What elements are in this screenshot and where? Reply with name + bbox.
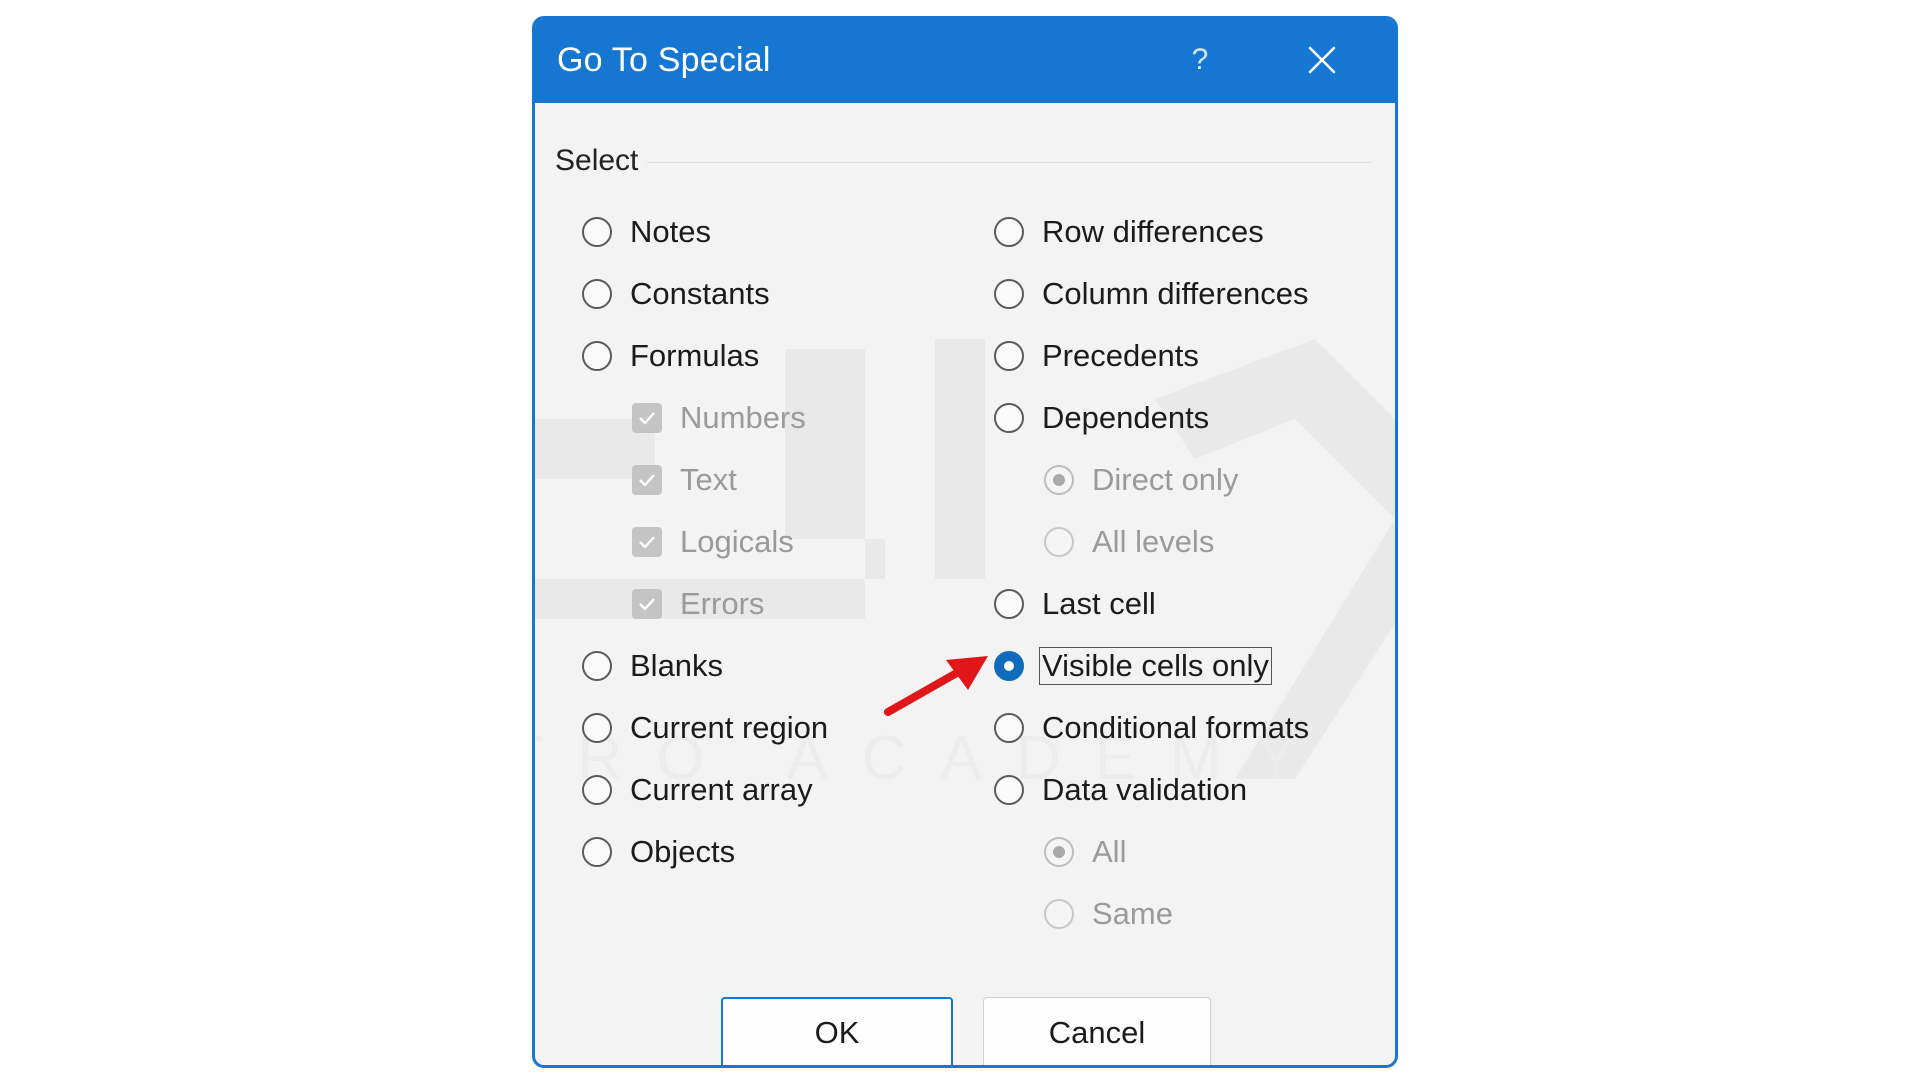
help-icon: ? — [1191, 43, 1209, 76]
go-to-special-dialog: ATRO ACADEMY Go To Special ? Select Note… — [532, 16, 1398, 1068]
annotation-arrow-icon — [884, 656, 988, 716]
radio-icon[interactable] — [994, 589, 1024, 619]
radio-icon[interactable] — [582, 651, 612, 681]
cancel-button[interactable]: Cancel — [983, 997, 1211, 1065]
checkbox-label: Numbers — [680, 400, 806, 435]
ok-button[interactable]: OK — [721, 997, 953, 1065]
checkbox-text[interactable]: Text — [632, 458, 737, 502]
checkbox-errors[interactable]: Errors — [632, 582, 764, 626]
radio-icon[interactable] — [582, 217, 612, 247]
checkbox-checked-icon[interactable] — [632, 527, 662, 557]
radio-icon[interactable] — [582, 713, 612, 743]
option-label: Dependents — [1042, 400, 1210, 435]
checkbox-checked-icon[interactable] — [632, 403, 662, 433]
option-label: Constants — [630, 276, 770, 311]
radio-icon[interactable] — [582, 775, 612, 805]
checkbox-checked-icon[interactable] — [632, 589, 662, 619]
checkbox-label: Text — [680, 462, 737, 497]
option-label: Current region — [630, 710, 829, 745]
close-button[interactable] — [1295, 33, 1349, 87]
option-label: Column differences — [1042, 276, 1309, 311]
radio-icon[interactable] — [994, 279, 1024, 309]
option-label: Blanks — [630, 648, 724, 683]
checkbox-label: Errors — [680, 586, 765, 621]
radio-icon[interactable] — [994, 775, 1024, 805]
radio-icon[interactable] — [582, 279, 612, 309]
option-all-levels[interactable]: All levels — [1044, 520, 1214, 564]
checkbox-logicals[interactable]: Logicals — [632, 520, 794, 564]
checkbox-label: Logicals — [680, 524, 794, 559]
radio-icon[interactable] — [994, 713, 1024, 743]
option-visible-cells-only[interactable]: Visible cells only — [994, 644, 1272, 688]
option-label: Last cell — [1042, 586, 1156, 621]
option-current-array[interactable]: Current array — [582, 768, 813, 812]
option-label: Visible cells only — [1039, 647, 1272, 685]
option-formulas[interactable]: Formulas — [582, 334, 759, 378]
radio-icon[interactable] — [582, 837, 612, 867]
option-label: All levels — [1092, 524, 1215, 559]
option-label: Row differences — [1042, 214, 1264, 249]
title-bar: Go To Special ? — [535, 19, 1395, 103]
option-objects[interactable]: Objects — [582, 830, 735, 874]
option-validation-all[interactable]: All — [1044, 830, 1126, 874]
option-label: Objects — [630, 834, 736, 869]
select-group-label: Select — [555, 144, 639, 177]
option-column-differences[interactable]: Column differences — [994, 272, 1309, 316]
option-direct-only[interactable]: Direct only — [1044, 458, 1238, 502]
option-current-region[interactable]: Current region — [582, 706, 828, 750]
option-validation-same[interactable]: Same — [1044, 892, 1173, 936]
radio-selected-icon[interactable] — [994, 651, 1024, 681]
radio-icon[interactable] — [1044, 837, 1074, 867]
option-precedents[interactable]: Precedents — [994, 334, 1199, 378]
option-row-differences[interactable]: Row differences — [994, 210, 1264, 254]
option-dependents[interactable]: Dependents — [994, 396, 1209, 440]
option-label: Same — [1092, 896, 1173, 931]
option-label: Current array — [630, 772, 813, 807]
checkbox-numbers[interactable]: Numbers — [632, 396, 806, 440]
dialog-title: Go To Special — [557, 41, 771, 79]
group-divider — [647, 162, 1371, 163]
radio-icon[interactable] — [994, 403, 1024, 433]
option-label: Direct only — [1092, 462, 1239, 497]
option-label: Formulas — [630, 338, 760, 373]
option-label: All — [1092, 834, 1127, 869]
option-last-cell[interactable]: Last cell — [994, 582, 1156, 626]
option-label: Conditional formats — [1042, 710, 1310, 745]
option-label: Notes — [630, 214, 711, 249]
option-conditional-formats[interactable]: Conditional formats — [994, 706, 1309, 750]
option-constants[interactable]: Constants — [582, 272, 770, 316]
close-icon — [1308, 46, 1336, 74]
radio-icon[interactable] — [994, 341, 1024, 371]
checkbox-checked-icon[interactable] — [632, 465, 662, 495]
screenshot-stage: ATRO ACADEMY Go To Special ? Select Note… — [0, 0, 1920, 1080]
radio-icon[interactable] — [1044, 465, 1074, 495]
radio-icon[interactable] — [582, 341, 612, 371]
radio-icon[interactable] — [994, 217, 1024, 247]
radio-icon[interactable] — [1044, 527, 1074, 557]
option-notes[interactable]: Notes — [582, 210, 711, 254]
option-blanks[interactable]: Blanks — [582, 644, 723, 688]
option-label: Data validation — [1042, 772, 1248, 807]
help-button[interactable]: ? — [1175, 35, 1225, 85]
option-data-validation[interactable]: Data validation — [994, 768, 1247, 812]
radio-icon[interactable] — [1044, 899, 1074, 929]
option-label: Precedents — [1042, 338, 1199, 373]
